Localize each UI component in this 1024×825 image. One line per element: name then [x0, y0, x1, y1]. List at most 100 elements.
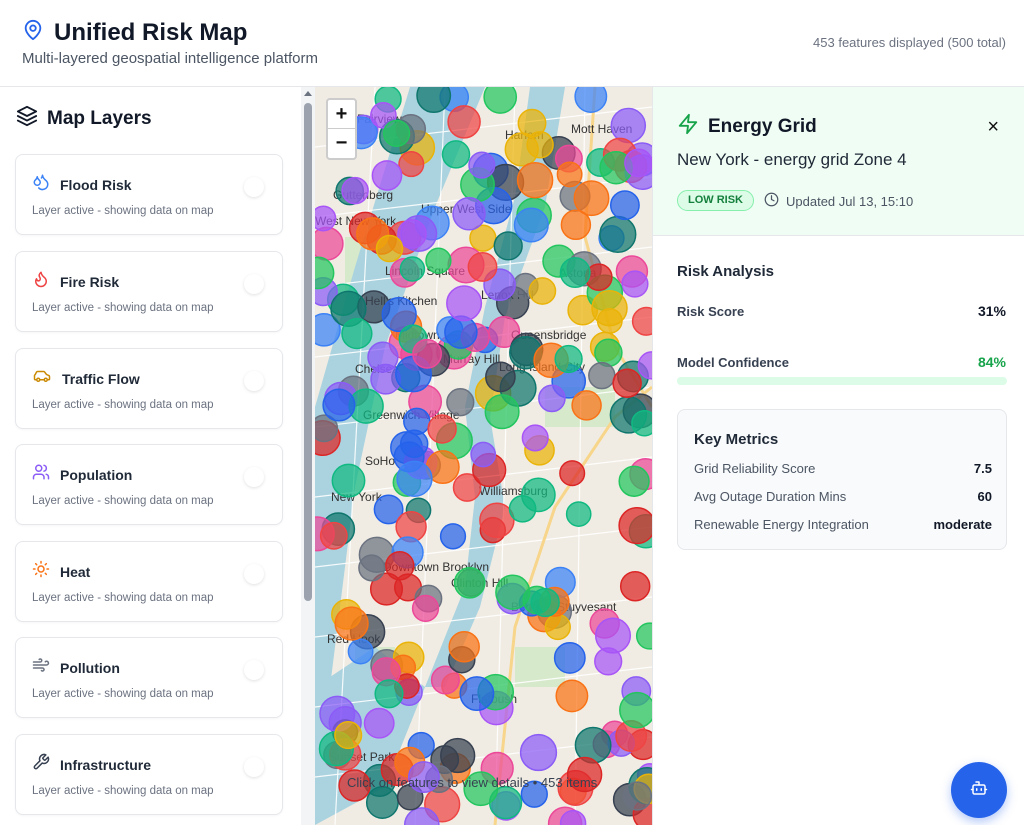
- risk-feature-marker[interactable]: [631, 410, 652, 437]
- risk-feature-marker[interactable]: [363, 707, 395, 739]
- risk-feature-marker[interactable]: [528, 277, 557, 305]
- risk-feature-marker[interactable]: [516, 161, 554, 199]
- layer-toggle[interactable]: [244, 371, 264, 391]
- risk-feature-marker[interactable]: [588, 361, 616, 390]
- layer-card-pollution[interactable]: Pollution Layer active - showing data on…: [15, 637, 283, 718]
- risk-feature-marker[interactable]: [555, 679, 589, 713]
- risk-feature-marker[interactable]: [619, 570, 651, 602]
- risk-feature-marker[interactable]: [483, 87, 518, 114]
- risk-feature-marker[interactable]: [624, 148, 652, 178]
- risk-feature-marker[interactable]: [398, 151, 425, 178]
- risk-feature-marker[interactable]: [508, 494, 537, 523]
- risk-feature-marker[interactable]: [485, 361, 516, 393]
- risk-feature-marker[interactable]: [553, 641, 586, 674]
- risk-feature-marker[interactable]: [526, 131, 554, 159]
- risk-feature-marker[interactable]: [573, 180, 610, 217]
- risk-feature-marker[interactable]: [554, 344, 583, 374]
- risk-feature-marker[interactable]: [446, 388, 475, 417]
- zoom-in-button[interactable]: +: [328, 100, 355, 129]
- risk-feature-marker[interactable]: [334, 606, 369, 641]
- risk-feature-marker[interactable]: [427, 414, 457, 444]
- risk-feature-marker[interactable]: [538, 384, 566, 413]
- risk-feature-marker[interactable]: [610, 107, 647, 144]
- risk-feature-marker[interactable]: [334, 721, 363, 750]
- risk-feature-marker[interactable]: [371, 160, 403, 191]
- risk-feature-marker[interactable]: [609, 190, 640, 221]
- risk-feature-marker[interactable]: [599, 215, 637, 254]
- risk-feature-marker[interactable]: [467, 251, 498, 282]
- risk-feature-marker[interactable]: [322, 388, 356, 422]
- layer-card-population[interactable]: Population Layer active - showing data o…: [15, 444, 283, 525]
- layer-card-fire-risk[interactable]: Fire Risk Layer active - showing data on…: [15, 251, 283, 332]
- assistant-bot-button[interactable]: [951, 762, 1007, 818]
- risk-feature-marker[interactable]: [559, 257, 591, 289]
- risk-feature-marker[interactable]: [619, 691, 652, 729]
- risk-feature-marker[interactable]: [331, 463, 366, 498]
- risk-feature-marker[interactable]: [382, 119, 411, 148]
- risk-feature-marker[interactable]: [399, 256, 426, 282]
- risk-feature-marker[interactable]: [385, 551, 415, 581]
- risk-feature-marker[interactable]: [319, 521, 348, 550]
- risk-feature-marker[interactable]: [412, 338, 443, 369]
- risk-feature-marker[interactable]: [315, 226, 344, 261]
- risk-feature-marker[interactable]: [622, 781, 652, 811]
- risk-feature-markers[interactable]: [315, 87, 652, 825]
- risk-feature-marker[interactable]: [452, 197, 486, 231]
- risk-feature-marker[interactable]: [513, 207, 549, 243]
- risk-feature-marker[interactable]: [341, 176, 369, 205]
- scroll-up-arrow-icon[interactable]: [304, 91, 312, 96]
- layer-toggle[interactable]: [244, 467, 264, 487]
- risk-feature-marker[interactable]: [631, 306, 652, 336]
- risk-feature-marker[interactable]: [612, 368, 642, 398]
- layer-toggle[interactable]: [244, 660, 264, 680]
- risk-feature-marker[interactable]: [544, 613, 571, 641]
- risk-feature-marker[interactable]: [374, 679, 404, 709]
- risk-feature-marker[interactable]: [484, 394, 520, 430]
- risk-feature-marker[interactable]: [591, 289, 628, 327]
- map-view[interactable]: Fairview Harlem Mott Haven Guttenberg Up…: [315, 87, 652, 825]
- layer-toggle[interactable]: [244, 564, 264, 584]
- risk-feature-marker[interactable]: [559, 460, 586, 487]
- layer-toggle[interactable]: [244, 757, 264, 777]
- risk-feature-marker[interactable]: [446, 285, 483, 322]
- risk-feature-marker[interactable]: [425, 247, 452, 274]
- risk-feature-marker[interactable]: [396, 460, 433, 497]
- risk-feature-marker[interactable]: [459, 676, 495, 712]
- scrollbar-thumb[interactable]: [304, 103, 312, 601]
- risk-feature-marker[interactable]: [470, 441, 497, 468]
- risk-feature-marker[interactable]: [571, 390, 602, 421]
- risk-feature-marker[interactable]: [594, 617, 632, 654]
- risk-feature-marker[interactable]: [447, 105, 481, 139]
- risk-feature-marker[interactable]: [635, 622, 652, 650]
- risk-feature-marker[interactable]: [416, 87, 452, 114]
- layer-toggle[interactable]: [244, 274, 264, 294]
- risk-feature-marker[interactable]: [439, 523, 467, 550]
- risk-feature-marker[interactable]: [618, 465, 650, 497]
- sidebar-scrollbar[interactable]: [301, 87, 315, 825]
- zoom-out-button[interactable]: −: [328, 129, 355, 158]
- risk-feature-marker[interactable]: [530, 587, 560, 618]
- risk-feature-marker[interactable]: [468, 151, 496, 179]
- risk-feature-marker[interactable]: [315, 205, 337, 232]
- close-button[interactable]: ×: [987, 117, 999, 137]
- risk-feature-marker[interactable]: [375, 234, 404, 263]
- risk-feature-marker[interactable]: [365, 786, 399, 819]
- risk-feature-marker[interactable]: [519, 733, 558, 772]
- layer-card-heat[interactable]: Heat Layer active - showing data on map: [15, 541, 283, 622]
- risk-feature-marker[interactable]: [341, 317, 373, 350]
- layer-card-traffic-flow[interactable]: Traffic Flow Layer active - showing data…: [15, 348, 283, 429]
- layer-toggle[interactable]: [244, 177, 264, 197]
- risk-feature-marker[interactable]: [618, 506, 652, 545]
- risk-feature-marker[interactable]: [441, 140, 471, 169]
- risk-feature-marker[interactable]: [621, 270, 649, 298]
- risk-feature-marker[interactable]: [448, 631, 480, 663]
- risk-feature-marker[interactable]: [565, 501, 592, 527]
- risk-feature-marker[interactable]: [411, 594, 440, 623]
- layer-card-flood-risk[interactable]: Flood Risk Layer active - showing data o…: [15, 154, 283, 235]
- risk-feature-marker[interactable]: [347, 638, 374, 665]
- risk-feature-marker[interactable]: [521, 424, 549, 452]
- risk-feature-marker[interactable]: [556, 161, 583, 188]
- risk-feature-marker[interactable]: [574, 87, 608, 113]
- risk-feature-marker[interactable]: [358, 554, 386, 582]
- risk-feature-marker[interactable]: [453, 566, 486, 599]
